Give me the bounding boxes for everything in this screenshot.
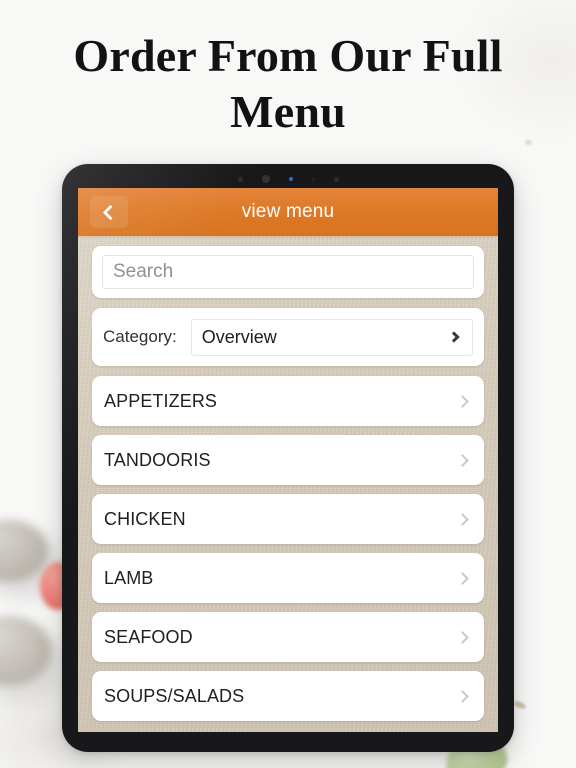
chevron-right-icon [456,512,469,526]
chevron-right-icon [456,453,469,467]
sensor-dot-icon [311,177,315,181]
search-card [92,246,484,298]
menu-item-label: SEAFOOD [104,626,193,647]
list-item[interactable]: APPETIZERS [92,376,484,426]
status-led-icon [288,177,293,181]
tablet-device: view menu Category: Overview APPETIZERS … [62,164,514,752]
chevron-right-icon [456,394,469,408]
list-item[interactable]: TANDOORIS [92,435,484,485]
tablet-screen: view menu Category: Overview APPETIZERS … [78,188,498,732]
list-item[interactable]: LAMB [92,553,484,603]
chevron-right-icon [456,689,469,703]
list-item[interactable]: SEAFOOD [92,612,484,662]
category-label: Category: [103,327,177,346]
chevron-right-icon [456,571,469,585]
front-camera-icon [261,175,270,183]
category-filter-row: Category: Overview [92,308,484,366]
search-input[interactable] [102,255,474,289]
chevron-right-icon [456,630,469,644]
blurred-mushroom-prop [0,616,52,686]
app-content: Category: Overview APPETIZERS TANDOORIS … [78,236,498,732]
menu-item-label: LAMB [104,567,154,588]
back-button[interactable] [90,196,128,228]
chevron-right-icon [448,331,460,343]
list-item[interactable]: SOUPS/SALADS [92,671,484,721]
category-select[interactable]: Overview [190,318,473,356]
menu-item-label: APPETIZERS [104,390,218,411]
background-speck [513,699,527,711]
menu-item-label: CHICKEN [104,508,186,529]
device-sensor-array [62,174,514,184]
page-title: Order From Our Full Menu [73,30,503,138]
app-header-title: view menu [241,201,335,222]
menu-item-label: TANDOORIS [104,449,211,470]
sensor-dot-icon [237,176,243,182]
blurred-mushroom-prop [0,520,48,582]
sensor-dot-icon [333,176,339,182]
background-speck [525,140,532,145]
chevron-left-icon [102,204,119,220]
app-header: view menu [78,188,498,236]
list-item[interactable]: CHICKEN [92,494,484,544]
menu-item-label: SOUPS/SALADS [104,685,245,706]
category-selected-value: Overview [201,326,277,347]
